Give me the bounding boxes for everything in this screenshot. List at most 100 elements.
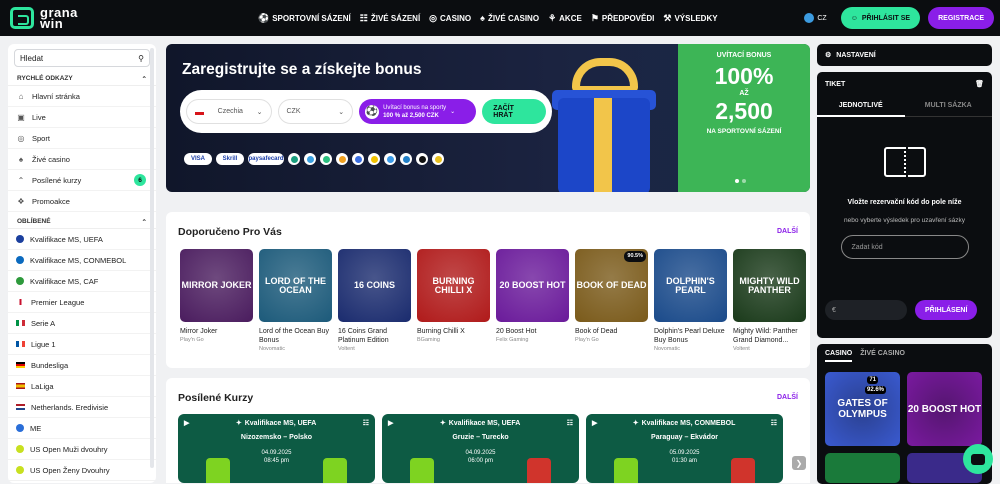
game-card[interactable]: DOLPHIN'S PEARL Dolphin's Pearl Deluxe Bu…: [654, 249, 727, 352]
boosted-odds-section: Posílené Kurzy DALŠÍ ▶ ✦ Kvalifikace MS, U…: [166, 378, 810, 483]
game-thumbnail[interactable]: BURNING CHILLI X: [417, 249, 490, 322]
sidebar-item-quick-3[interactable]: ♠ Živé casino: [8, 149, 156, 170]
carousel-dot[interactable]: [735, 179, 739, 183]
stake-input[interactable]: €: [825, 300, 907, 320]
sidebar-item-label: Promoakce: [32, 196, 70, 206]
booking-code-input[interactable]: Zadat kód: [840, 235, 969, 259]
game-card[interactable]: MIGHTY WILD PANTHER Mighty Wild: Panther …: [733, 249, 806, 352]
nav-item-5[interactable]: ⚑ PŘEDPOVĚDI: [591, 13, 655, 24]
game-thumbnail[interactable]: 20 BOOST HOT: [496, 249, 569, 322]
start-playing-button[interactable]: ZAČÍT HRÁT: [482, 99, 546, 124]
carousel-dots[interactable]: [735, 179, 746, 183]
nav-item-6[interactable]: ⚒ VÝSLEDKY: [663, 13, 717, 24]
play-icon[interactable]: ▶: [388, 419, 393, 427]
nav-item-3[interactable]: ♠ ŽIVÉ CASINO: [480, 13, 539, 23]
language-selector[interactable]: CZ: [804, 13, 827, 23]
chevron-up-icon[interactable]: ⌃: [142, 75, 147, 83]
play-icon[interactable]: ▶: [592, 419, 597, 427]
sidebar-item-fav-0[interactable]: Kvalifikace MS, UEFA: [8, 229, 156, 250]
sidebar-item-fav-7[interactable]: LaLiga: [8, 376, 156, 397]
game-card[interactable]: LORD OF THE OCEAN Lord of the Ocean Buy B…: [259, 249, 332, 352]
chat-button[interactable]: [963, 444, 993, 474]
recommended-more-link[interactable]: DALŠÍ: [777, 228, 798, 235]
casino-game-thumb[interactable]: [825, 453, 900, 483]
rtp-badge: 90.5%: [624, 251, 646, 262]
match-card[interactable]: ▶ ✦ Kvalifikace MS, UEFA ☷ Gruzie – Turecko 0…: [382, 414, 579, 483]
favorites-header[interactable]: OBLÍBENÉ ⌃: [8, 215, 156, 229]
game-card[interactable]: MIRROR JOKER Mirror Joker Play'n Go: [180, 249, 253, 352]
chevron-up-icon[interactable]: ⌃: [142, 218, 147, 226]
stats-icon[interactable]: ☷: [567, 419, 573, 427]
home-shirt-icon: [410, 458, 434, 483]
tab-live-casino[interactable]: ŽIVÉ CASINO: [860, 350, 905, 362]
casino-game-thumb[interactable]: GATES OF OLYMPUS 71 92.6%: [825, 372, 900, 446]
tab-casino[interactable]: CASINO: [825, 350, 853, 362]
match-card[interactable]: ▶ ✦ Kvalifikace MS, UEFA ☷ Nizozemsko – Pols…: [178, 414, 375, 483]
casino-game-thumb[interactable]: 20 BOOST HOT: [907, 372, 982, 446]
sidebar-item-quick-0[interactable]: ⌂ Hlavní stránka: [8, 86, 156, 107]
sidebar-item-fav-1[interactable]: Kvalifikace MS, CONMEBOL: [8, 250, 156, 271]
sidebar-scrollbar[interactable]: [150, 48, 154, 468]
sport-icon: ◎: [17, 133, 25, 143]
sidebar-item-fav-10[interactable]: US Open Muži dvouhry: [8, 439, 156, 460]
right-column: ⚙ NASTAVENÍ TIKET 🗑 JEDNOTLIVÉ MULTI SÁZ…: [817, 44, 992, 484]
home-shirt-icon: [614, 458, 638, 483]
sidebar-item-fav-11[interactable]: US Open Ženy Dvouhry: [8, 460, 156, 481]
boosted-more-link[interactable]: DALŠÍ: [777, 394, 798, 401]
search-icon[interactable]: ⚲: [138, 54, 144, 63]
sidebar-item-fav-2[interactable]: Kvalifikace MS, CAF: [8, 271, 156, 292]
tab-single[interactable]: JEDNOTLIVÉ: [817, 96, 905, 117]
nav-item-1[interactable]: ☷ ŽIVÉ SÁZENÍ: [360, 13, 420, 24]
live-casino-icon: ♠: [18, 154, 24, 164]
country-select[interactable]: Czechia ⌄: [186, 99, 272, 124]
search-input[interactable]: Hledat ⚲: [14, 49, 150, 67]
play-icon[interactable]: ▶: [184, 419, 189, 427]
login-button[interactable]: ☺ PŘIHLÁSIT SE: [840, 7, 921, 29]
game-card[interactable]: 20 BOOST HOT 20 Boost Hot Felix Gaming: [496, 249, 569, 352]
carousel-dot[interactable]: [742, 179, 746, 183]
league-name: Kvalifikace MS, UEFA: [448, 419, 521, 427]
sidebar-item-fav-8[interactable]: Netherlands. Eredivisie: [8, 397, 156, 418]
nav-item-4[interactable]: ⚘ AKCE: [548, 13, 582, 24]
crypto-coin-icon: [336, 153, 348, 165]
tab-multi[interactable]: MULTI SÁZKA: [904, 96, 992, 117]
game-thumbnail[interactable]: BOOK OF DEAD 90.5%: [575, 249, 648, 322]
register-button[interactable]: REGISTRACE: [928, 7, 994, 29]
hero-banner[interactable]: Zaregistrujte se a získejte bonus Czechi…: [166, 44, 810, 192]
sidebar-item-fav-5[interactable]: Ligue 1: [8, 334, 156, 355]
sidebar-item-quick-5[interactable]: ❖ Promoakce: [8, 191, 156, 212]
game-provider: Voltent: [338, 346, 355, 352]
game-card[interactable]: BOOK OF DEAD 90.5% Book of Dead Play'n Go: [575, 249, 648, 352]
quick-links-header[interactable]: RYCHLÉ ODKAZY ⌃: [8, 72, 156, 86]
currency-select[interactable]: CZK ⌄: [277, 99, 354, 124]
next-arrow-icon[interactable]: ❯: [792, 456, 806, 470]
nav-item-2[interactable]: ◎ CASINO: [429, 13, 471, 24]
sidebar-item-fav-4[interactable]: Serie A: [8, 313, 156, 334]
match-card[interactable]: ▶ ✦ Kvalifikace MS, CONMEBOL ☷ Paraguay – Ek…: [586, 414, 783, 483]
stats-icon[interactable]: ☷: [363, 419, 369, 427]
bonus-select[interactable]: ⚽ Uvítací bonus na sporty 100 % až 2,500…: [359, 99, 477, 124]
sidebar-item-quick-1[interactable]: ▣ Live: [8, 107, 156, 128]
game-card[interactable]: BURNING CHILLI X Burning Chilli X BGaming: [417, 249, 490, 352]
settings-button[interactable]: ⚙ NASTAVENÍ: [817, 44, 992, 66]
game-thumbnail[interactable]: LORD OF THE OCEAN: [259, 249, 332, 322]
trash-icon[interactable]: 🗑: [975, 80, 984, 88]
game-thumbnail[interactable]: MIGHTY WILD PANTHER: [733, 249, 806, 322]
sidebar-item-quick-2[interactable]: ◎ Sport: [8, 128, 156, 149]
bet-slip: TIKET 🗑 JEDNOTLIVÉ MULTI SÁZKA Vložte re…: [817, 72, 992, 338]
nav-item-0[interactable]: ⚽ SPORTOVNÍ SÁZENÍ: [258, 13, 351, 24]
sidebar-item-quick-4[interactable]: ⌃ Posílené kurzy 6: [8, 170, 156, 191]
settings-label: NASTAVENÍ: [836, 51, 876, 59]
sidebar-item-fav-6[interactable]: Bundesliga: [8, 355, 156, 376]
game-thumbnail[interactable]: 16 COINS: [338, 249, 411, 322]
sidebar-item-fav-9[interactable]: ME: [8, 418, 156, 439]
game-thumbnail[interactable]: DOLPHIN'S PEARL: [654, 249, 727, 322]
predictions-icon: ⚑: [590, 12, 599, 23]
stats-icon[interactable]: ☷: [771, 419, 777, 427]
game-card[interactable]: 16 COINS 16 Coins Grand Platinum Edition V…: [338, 249, 411, 352]
match-teams: Nizozemsko – Polsko: [240, 434, 313, 441]
logo[interactable]: grana win: [10, 6, 230, 30]
game-thumbnail[interactable]: MIRROR JOKER: [180, 249, 253, 322]
sidebar-item-fav-3[interactable]: Premier League: [8, 292, 156, 313]
bet-slip-login-button[interactable]: PŘIHLÁSENÍ: [915, 300, 978, 320]
